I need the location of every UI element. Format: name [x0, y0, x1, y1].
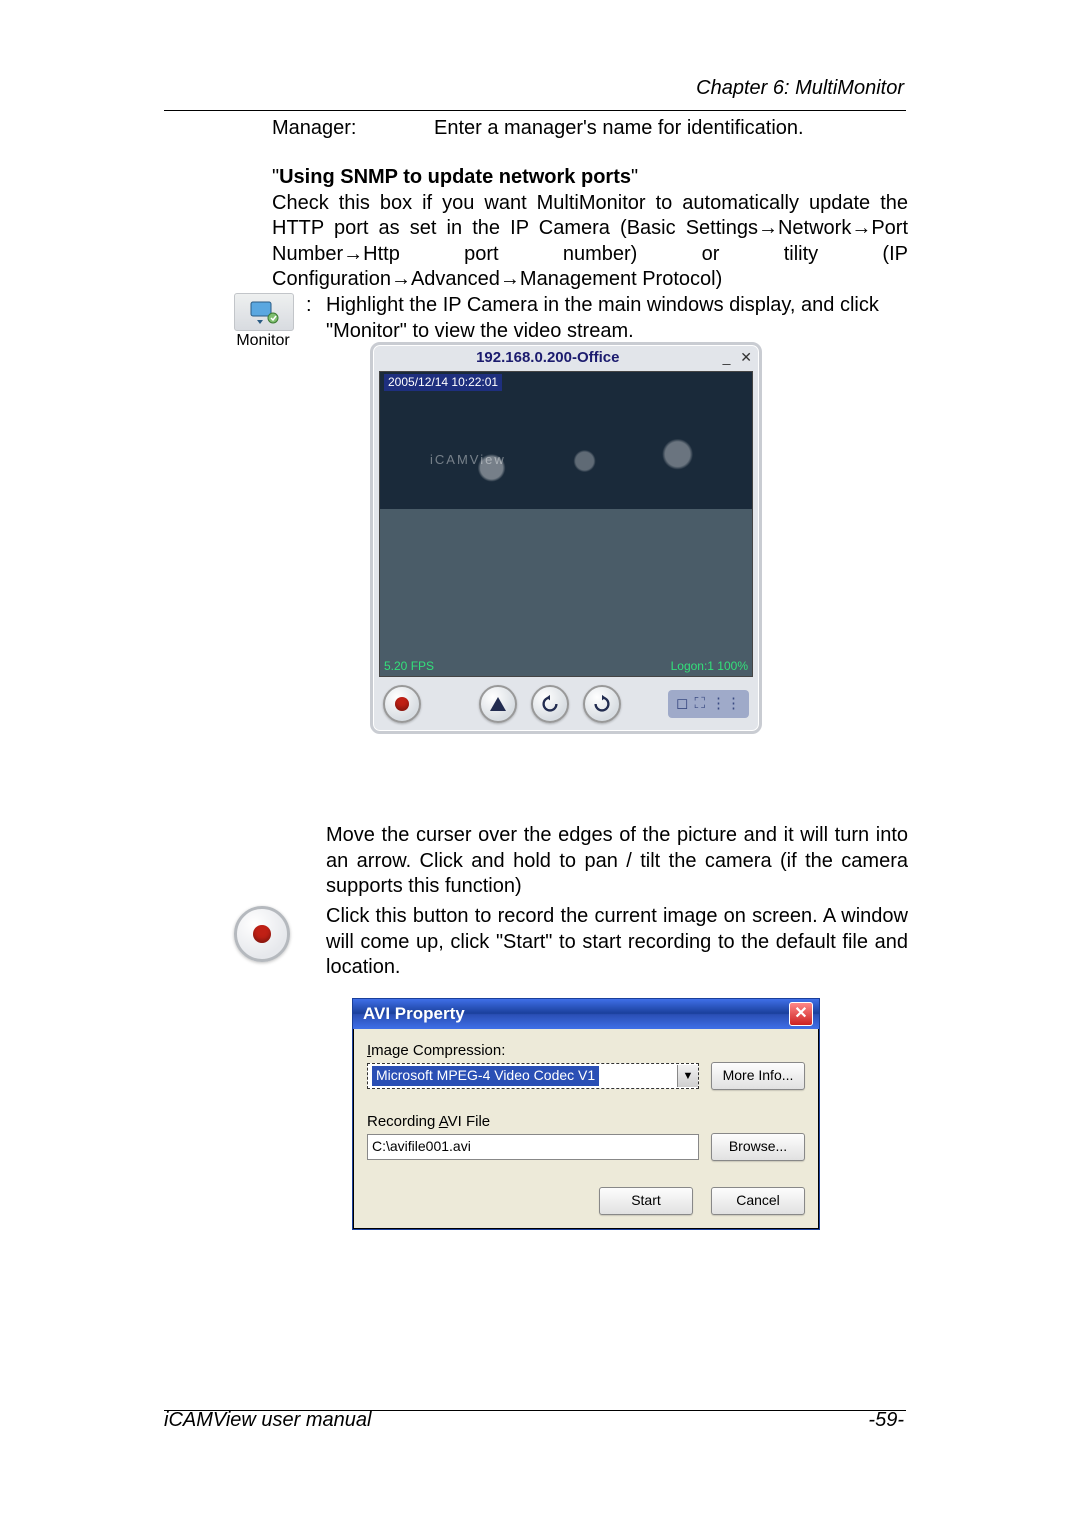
viewer-timestamp: 2005/12/14 10:22:01	[384, 374, 502, 391]
avi-property-dialog: AVI Property ✕ Image Compression: Micros…	[352, 998, 820, 1230]
browse-button[interactable]: Browse...	[711, 1133, 805, 1161]
fullscreen-icon[interactable]: ⛶	[694, 694, 705, 713]
recording-avi-file-field[interactable]: C:\avifile001.avi	[367, 1134, 699, 1160]
colon-separator: :	[306, 293, 320, 319]
snmp-title-bold: Using SNMP to update network ports	[279, 166, 631, 188]
video-viewer-window: 192.168.0.200-Office _ ✕ 2005/12/14 10:2…	[370, 342, 762, 734]
pan-tilt-paragraph: Move the curser over the edges of the pi…	[326, 823, 908, 900]
chapter-header: Chapter 6: MultiMonitor	[696, 76, 904, 102]
rotate-cw-button[interactable]	[583, 685, 621, 723]
image-compression-label: Image Compression:	[367, 1041, 805, 1060]
start-button[interactable]: Start	[599, 1187, 693, 1215]
snapshot-icon[interactable]: ◻	[676, 694, 688, 713]
recording-avi-file-label: Recording AVI File	[367, 1112, 805, 1131]
image-compression-combo[interactable]: Microsoft MPEG-4 Video Codec V1 ▼	[367, 1063, 699, 1089]
snmp-section: "Using SNMP to update network ports" Che…	[272, 165, 908, 293]
record-paragraph: Click this button to record the current …	[326, 904, 908, 981]
grip-icon[interactable]: ⋮⋮	[711, 694, 741, 713]
record-button[interactable]	[383, 685, 421, 723]
rotate-ccw-button[interactable]	[531, 685, 569, 723]
header-rule	[164, 110, 906, 111]
snmp-paragraph: Check this box if you want MultiMonitor …	[272, 191, 908, 293]
snmp-quote-close: "	[631, 166, 638, 188]
manager-description: Enter a manager's name for identificatio…	[434, 116, 804, 142]
footer-page-number: -59-	[868, 1408, 904, 1434]
more-info-button[interactable]: More Info...	[711, 1062, 805, 1090]
viewer-video-area[interactable]: 2005/12/14 10:22:01 iCAMView 5.20 FPS Lo…	[379, 371, 753, 677]
footer-left: iCAMView user manual	[164, 1408, 372, 1434]
record-button-large[interactable]	[234, 906, 290, 962]
dialog-close-button[interactable]: ✕	[789, 1002, 813, 1026]
monitor-icon	[234, 293, 294, 331]
viewer-watermark: iCAMView	[430, 452, 506, 469]
viewer-controls: ◻ ⛶ ⋮⋮	[373, 677, 759, 731]
viewer-logon-status: Logon:1 100%	[671, 659, 748, 674]
close-icon[interactable]: ✕	[740, 349, 755, 365]
minimize-icon[interactable]: _	[723, 349, 734, 365]
image-compression-value: Microsoft MPEG-4 Video Codec V1	[372, 1066, 599, 1086]
manager-label: Manager:	[272, 116, 434, 142]
viewer-fps: 5.20 FPS	[384, 659, 434, 674]
monitor-caption: Monitor	[234, 331, 292, 351]
dialog-title: AVI Property	[363, 1003, 465, 1025]
monitor-instruction: Highlight the IP Camera in the main wind…	[326, 293, 908, 344]
manager-row: Manager: Enter a manager's name for iden…	[272, 116, 908, 142]
viewer-title: 192.168.0.200-Office	[373, 348, 723, 367]
alert-button[interactable]	[479, 685, 517, 723]
chevron-down-icon[interactable]: ▼	[677, 1065, 698, 1087]
cancel-button[interactable]: Cancel	[711, 1187, 805, 1215]
